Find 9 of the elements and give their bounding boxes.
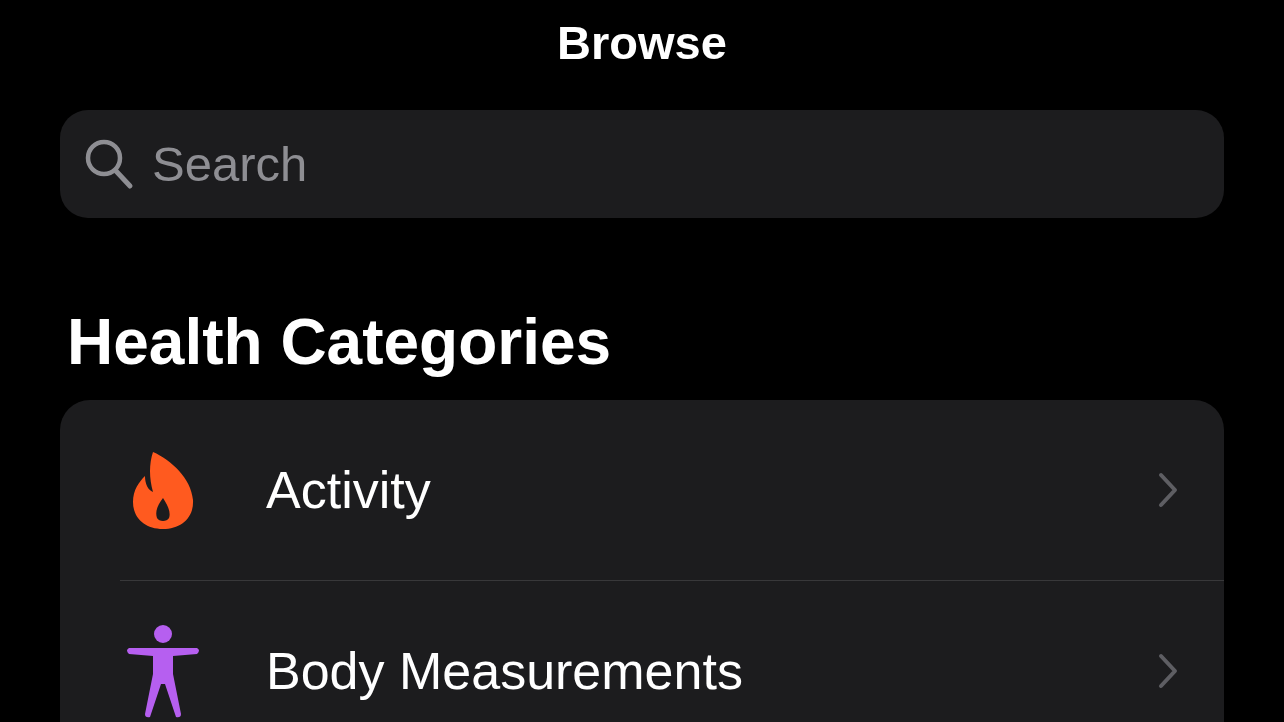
chevron-right-icon <box>1158 472 1178 508</box>
chevron-right-icon <box>1158 653 1178 689</box>
screen-title: Browse <box>557 15 727 71</box>
category-row[interactable]: Activity <box>120 400 1224 580</box>
category-row[interactable]: Body Measurements <box>120 580 1224 722</box>
category-label: Body Measurements <box>266 641 744 701</box>
search-field[interactable]: Search <box>60 110 1224 218</box>
category-label: Activity <box>266 460 432 520</box>
section-heading: Health Categories <box>67 306 613 378</box>
